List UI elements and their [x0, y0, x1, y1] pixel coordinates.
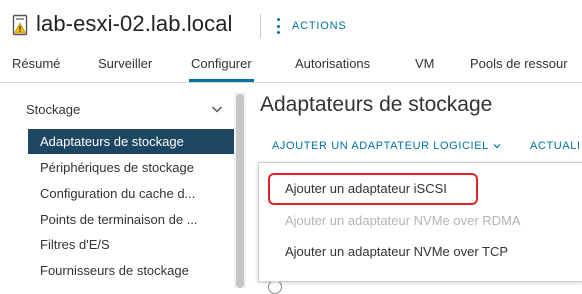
tab-configure[interactable]: Configurer — [189, 56, 254, 82]
chevron-down-icon — [493, 144, 501, 149]
sidebar-item-io-filters[interactable]: Filtres d'E/S — [28, 232, 234, 257]
add-software-adapter-button[interactable]: AJOUTER UN ADAPTATEUR LOGICIEL — [272, 140, 501, 152]
kebab-menu-icon — [276, 18, 280, 34]
page-title: Adaptateurs de stockage — [260, 93, 493, 116]
tab-summary[interactable]: Résumé — [12, 56, 60, 82]
refresh-button[interactable]: ACTUALI — [530, 140, 581, 152]
sidebar-item-storage-providers[interactable]: Fournisseurs de stockage — [28, 258, 234, 283]
tab-resource-pools[interactable]: Pools de ressour — [470, 56, 568, 82]
tab-bar: Résumé Surveiller Configurer Autorisatio… — [0, 56, 582, 83]
host-title: lab-esxi-02.lab.local — [36, 11, 233, 36]
sidebar-item-endpoints[interactable]: Points de terminaison de ... — [28, 207, 234, 232]
sidebar-scrollbar-thumb[interactable] — [236, 94, 244, 288]
menu-item-add-nvme-tcp[interactable]: Ajouter un adaptateur NVMe over TCP — [285, 244, 508, 259]
tab-permissions[interactable]: Autorisations — [295, 56, 370, 82]
sidebar-item-cache-config[interactable]: Configuration du cache d... — [28, 181, 234, 206]
chevron-down-icon[interactable] — [211, 103, 223, 115]
sidebar-item-storage-devices[interactable]: Périphériques de stockage — [28, 155, 234, 180]
actions-label: ACTIONS — [292, 20, 347, 32]
actions-button[interactable]: ACTIONS — [276, 15, 347, 37]
add-software-adapter-label: AJOUTER UN ADAPTATEUR LOGICIEL — [272, 140, 489, 152]
tab-vms[interactable]: VM — [415, 56, 435, 82]
menu-item-add-nvme-rdma: Ajouter un adaptateur NVMe over RDMA — [285, 213, 521, 228]
header-divider — [260, 14, 261, 38]
highlight-annotation — [268, 173, 478, 205]
row-radio[interactable] — [268, 280, 282, 294]
nav-group-storage[interactable]: Stockage — [26, 102, 80, 117]
sidebar-item-storage-adapters[interactable]: Adaptateurs de stockage — [28, 129, 234, 154]
host-warning-icon — [12, 14, 28, 36]
tab-monitor[interactable]: Surveiller — [98, 56, 152, 82]
